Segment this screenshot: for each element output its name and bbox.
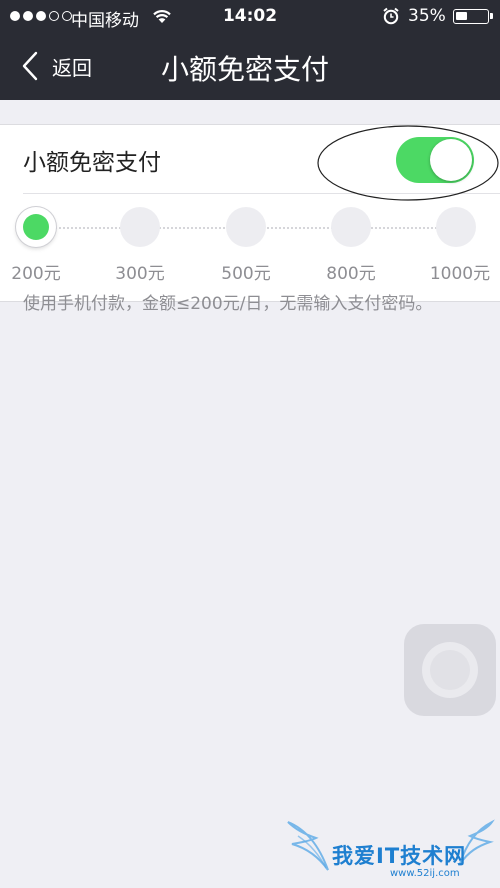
slider-label: 800元 <box>326 264 376 284</box>
amount-slider[interactable]: 200元 300元 500元 800元 1000元 <box>0 205 500 295</box>
slider-label: 300元 <box>115 264 165 284</box>
slider-stop-200[interactable] <box>16 207 56 247</box>
alarm-icon <box>383 7 399 25</box>
navigation-bar: 中国移动 14:02 35% 返回 小额免密支付 <box>0 0 500 100</box>
slider-selected-indicator <box>23 214 49 240</box>
watermark-url: www.52ij.com <box>390 868 460 879</box>
site-watermark: 我爱IT技术网 www.52ij.com <box>280 808 500 888</box>
slider-stop-800[interactable] <box>331 207 371 247</box>
battery-percentage: 35% <box>408 6 446 26</box>
slider-stop-1000[interactable] <box>436 207 476 247</box>
slider-stop-500[interactable] <box>226 207 266 247</box>
payment-description: 使用手机付款，金额≤200元/日，无需输入支付密码。 <box>23 294 433 314</box>
slider-label: 500元 <box>221 264 271 284</box>
toggle-knob <box>430 139 472 181</box>
wings-logo-icon <box>287 819 495 871</box>
settings-card: 小额免密支付 200元 300元 500元 800元 1000元 <box>0 124 500 302</box>
assistive-touch-button[interactable] <box>404 624 496 716</box>
status-bar: 中国移动 14:02 35% <box>0 0 500 34</box>
battery-icon <box>453 9 493 24</box>
passwordless-payment-toggle[interactable] <box>396 137 474 183</box>
slider-label: 1000元 <box>429 264 491 284</box>
watermark-text: 我爱IT技术网 <box>332 844 467 868</box>
page-title: 小额免密支付 <box>160 53 329 86</box>
row-divider <box>23 193 500 194</box>
slider-label: 200元 <box>11 264 61 284</box>
setting-label: 小额免密支付 <box>23 150 161 176</box>
slider-stop-300[interactable] <box>120 207 160 247</box>
